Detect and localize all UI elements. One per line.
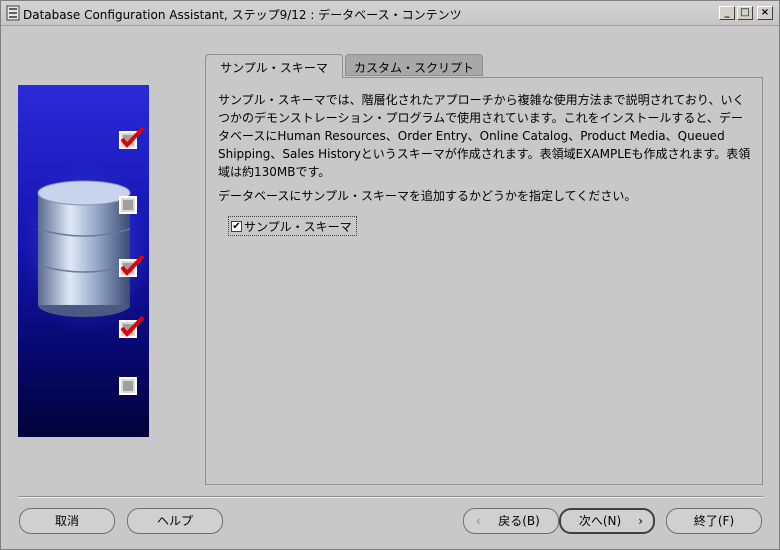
step-checkboxes	[18, 85, 149, 437]
tab-sample-schemas[interactable]: サンプル・スキーマ	[205, 54, 343, 78]
chevron-left-icon: ‹	[476, 514, 481, 528]
step-4-check-icon	[119, 316, 145, 338]
window-title: Database Configuration Assistant, ステップ9/…	[23, 8, 462, 22]
button-separator	[18, 496, 763, 498]
step-3-check-icon	[119, 255, 145, 277]
close-button[interactable]: ×	[757, 6, 773, 20]
finish-button[interactable]: 終了(F)	[666, 508, 762, 534]
maximize-button[interactable]: □	[737, 6, 753, 20]
step-5-box-icon	[119, 377, 137, 395]
step-1-check-icon	[119, 127, 145, 149]
chevron-right-icon: ›	[638, 514, 643, 528]
next-button-label: 次へ(N)	[578, 514, 622, 528]
sample-schema-prompt: データベースにサンプル・スキーマを追加するかどうかを指定してください。	[218, 189, 637, 203]
checkbox-checked-icon[interactable]: ✔	[231, 221, 242, 232]
minimize-button[interactable]: _	[719, 6, 735, 20]
cancel-button[interactable]: 取消	[19, 508, 115, 534]
next-button[interactable]: 次へ(N) ›	[559, 508, 655, 534]
sample-schemas-checkbox[interactable]: ✔ サンプル・スキーマ	[228, 216, 357, 236]
tab-content-panel: サンプル・スキーマでは、階層化されたアプローチから複雑な使用方法まで説明されてお…	[205, 77, 763, 485]
step-2-box-icon	[119, 196, 137, 214]
sample-schemas-checkbox-label: サンプル・スキーマ	[244, 220, 352, 234]
help-button[interactable]: ヘルプ	[127, 508, 223, 534]
sample-schema-description: サンプル・スキーマでは、階層化されたアプローチから複雑な使用方法まで説明されてお…	[218, 93, 751, 179]
title-bar[interactable]: Database Configuration Assistant, ステップ9/…	[1, 1, 779, 26]
back-button-label: 戻る(B)	[498, 514, 540, 528]
back-button[interactable]: ‹ 戻る(B)	[463, 508, 559, 534]
tab-custom-scripts[interactable]: カスタム・スクリプト	[345, 54, 483, 76]
dbca-window: Database Configuration Assistant, ステップ9/…	[0, 0, 780, 550]
app-icon	[6, 5, 20, 21]
